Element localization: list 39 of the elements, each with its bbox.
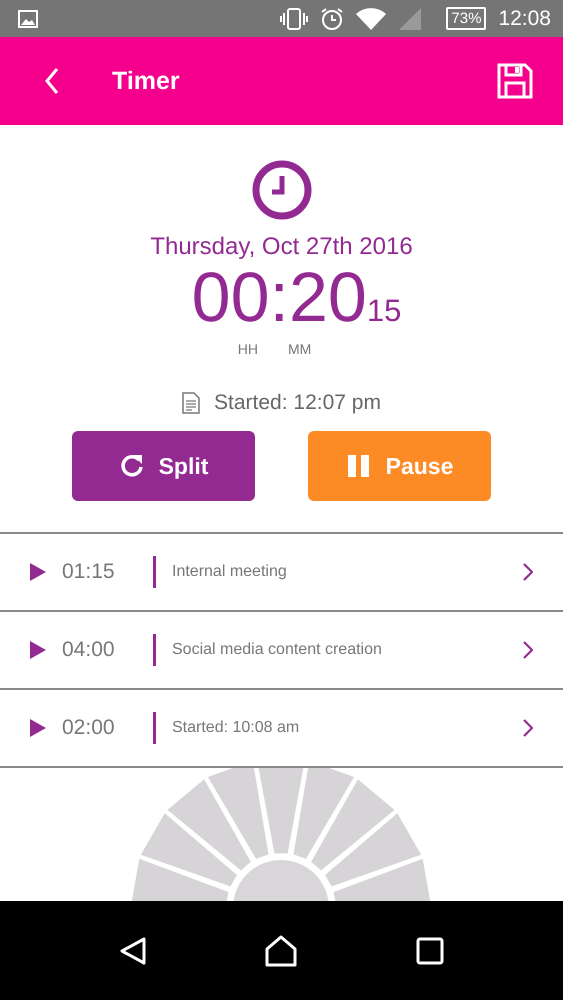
- timer-entry[interactable]: 04:00 Social media content creation: [0, 612, 563, 690]
- entry-description: Social media content creation: [172, 641, 383, 659]
- split-button[interactable]: Split: [72, 431, 255, 501]
- battery-indicator: 73%: [446, 7, 486, 30]
- timer-display: 00:20: [192, 261, 367, 333]
- status-time: 12:08: [498, 6, 551, 30]
- entry-duration: 01:15: [62, 560, 116, 584]
- unit-label: MM: [288, 341, 312, 357]
- clock-icon: [250, 159, 312, 221]
- back-nav-button[interactable]: [119, 936, 148, 966]
- play-icon: [30, 719, 46, 737]
- signal-icon: [398, 6, 422, 30]
- chevron-icon: [523, 719, 533, 737]
- entry-duration: 02:00: [62, 716, 116, 740]
- home-button[interactable]: [265, 934, 298, 966]
- screen-title: Timer: [112, 66, 180, 96]
- entry-description: Internal meeting: [172, 563, 288, 581]
- refresh-icon: [118, 453, 145, 479]
- play-icon: [30, 563, 46, 581]
- back-button[interactable]: [44, 67, 60, 95]
- vibrate-icon: [280, 8, 308, 30]
- started-time: Started: 12:07 pm: [214, 391, 381, 415]
- image-icon: [18, 10, 38, 28]
- recents-button[interactable]: [416, 936, 444, 964]
- entry-duration: 04:00: [62, 638, 116, 662]
- document-icon: [182, 392, 200, 414]
- timer-entry[interactable]: 01:15 Internal meeting: [0, 534, 563, 612]
- chevron-icon: [523, 641, 533, 659]
- pause-button[interactable]: Pause: [308, 431, 491, 501]
- pause-icon: [346, 453, 372, 479]
- entry-description: Started: 10:08 am: [172, 719, 300, 737]
- play-icon: [30, 641, 46, 659]
- wifi-icon: [356, 6, 386, 30]
- alarm-icon: [320, 6, 344, 30]
- seconds-display: 15: [366, 293, 402, 329]
- unit-label: HH: [238, 341, 258, 357]
- date-label: Thursday, Oct 27th 2016: [150, 233, 413, 261]
- save-button[interactable]: [497, 63, 533, 99]
- chevron-icon: [523, 563, 533, 581]
